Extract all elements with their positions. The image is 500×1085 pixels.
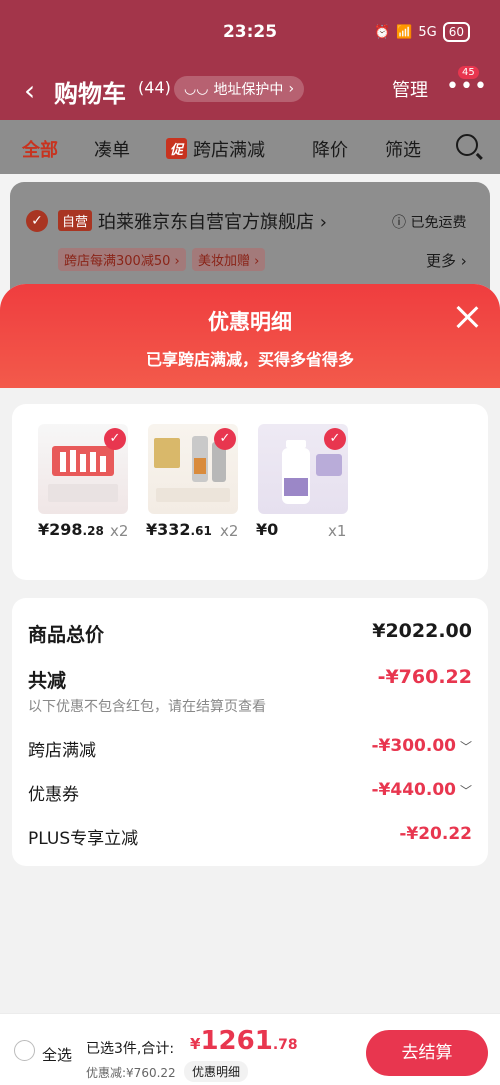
total-price-label: 商品总价 <box>28 624 105 646</box>
tab-cross-store-label: 跨店满减 <box>193 140 266 161</box>
discount-summary-card: 商品总价 ¥2022.00 共减 -¥760.22 以下优惠不包含红包，请在结算… <box>12 598 488 866</box>
product-quantity: x1 <box>328 522 347 540</box>
total-amount: ¥1261.78 <box>190 1026 298 1056</box>
total-decimal: .78 <box>272 1037 298 1053</box>
free-shipping-text: 已免运费 <box>410 215 467 231</box>
wifi-icon: 📶 <box>396 24 413 40</box>
product-image: ✓ <box>148 424 238 514</box>
product-check-icon: ✓ <box>214 428 236 450</box>
tab-filter[interactable]: 筛选 <box>385 136 421 162</box>
product-image: ✓ <box>258 424 348 514</box>
discount-row-coupon[interactable]: 优惠券 -¥440.00 ﹀ <box>28 780 472 805</box>
product-item[interactable]: ✓ <box>38 424 148 514</box>
self-operated-tag: 自营 <box>58 210 93 231</box>
store-more-link[interactable]: 更多 › <box>426 250 467 271</box>
discount-note-text: 以下优惠不包含红包，请在结算页查看 <box>28 699 266 715</box>
discount-value: -¥20.22 <box>399 824 472 844</box>
currency-symbol: ¥ <box>190 1035 201 1053</box>
chevron-right-icon: › <box>288 81 295 97</box>
sheet-header: 优惠明细 已享跨店满减，买得多省得多 <box>0 284 500 388</box>
sheet-title: 优惠明细 <box>208 310 292 334</box>
cart-nav-bar: ‹ 购物车 (44) ◡◡ 地址保护中 › 管理 ••• 45 <box>0 64 500 120</box>
store-promo-text: 美妆加赠 <box>198 254 251 269</box>
chevron-down-icon[interactable]: ﹀ <box>460 784 472 798</box>
close-icon[interactable] <box>456 306 478 328</box>
product-item[interactable]: ✓ <box>258 424 368 514</box>
discount-amount-text: 优惠减:¥760.22 <box>86 1066 176 1080</box>
battery-icon: 60 <box>442 22 470 42</box>
notification-badge: 45 <box>458 66 479 79</box>
store-check-icon[interactable]: ✓ <box>26 210 48 232</box>
tab-cross-store[interactable]: 促跨店满减 <box>166 136 265 162</box>
store-promo-tag[interactable]: 美妆加赠 › <box>192 248 266 271</box>
total-reduce-value: -¥760.22 <box>377 666 472 688</box>
price-integer: ¥298 <box>38 520 83 539</box>
discount-detail-button[interactable]: 优惠明细 <box>184 1061 249 1082</box>
product-quantity: x2 <box>220 522 239 540</box>
network-label: 5G <box>418 24 437 40</box>
discount-row-plus: PLUS专享立减 -¥20.22 <box>28 824 472 849</box>
store-promo-text: 跨店每满300减50 <box>64 254 171 269</box>
product-price: ¥298.28 <box>38 520 104 539</box>
price-decimal: .28 <box>82 524 104 538</box>
discount-amount: -¥300.00 <box>371 736 456 756</box>
discount-amount: -¥440.00 <box>371 780 456 800</box>
sheet-subtitle: 已享跨店满减，买得多省得多 <box>145 350 354 369</box>
total-price-value: ¥2022.00 <box>372 620 472 642</box>
store-name[interactable]: 珀莱雅京东自营官方旗舰店 › <box>98 208 327 234</box>
price-decimal: .61 <box>190 524 212 538</box>
mask-icon: ◡◡ <box>184 81 209 97</box>
status-bar: 23:25 ⏰ 📶 5G 60 <box>0 0 500 64</box>
discount-value: -¥440.00 ﹀ <box>371 780 472 800</box>
back-arrow-icon[interactable]: ‹ <box>24 74 35 107</box>
address-protection-pill[interactable]: ◡◡ 地址保护中 › <box>174 76 305 102</box>
promo-tag: 促 <box>166 138 188 159</box>
total-integer: 1261 <box>200 1026 273 1056</box>
discount-label: PLUS专享立减 <box>28 829 139 849</box>
discount-label: 优惠券 <box>28 785 79 805</box>
alarm-icon: ⏰ <box>373 24 391 40</box>
free-shipping-label: ⓘ 已免运费 <box>392 215 467 231</box>
select-all-radio[interactable] <box>14 1040 35 1061</box>
discount-label: 跨店满减 <box>28 741 96 761</box>
store-more-text: 更多 <box>426 252 457 270</box>
select-all-label[interactable]: 全选 <box>42 1044 72 1065</box>
total-reduce-label: 共减 <box>28 670 67 692</box>
cart-page-background: 23:25 ⏰ 📶 5G 60 ‹ 购物车 (44) ◡◡ 地址保护中 › 管理… <box>0 0 500 322</box>
product-price: ¥332.61 <box>146 520 212 539</box>
tab-combine[interactable]: 凑单 <box>94 136 130 162</box>
product-price: ¥0 <box>256 520 278 539</box>
page-title: 购物车 <box>54 80 126 108</box>
product-quantity: x2 <box>110 522 129 540</box>
checkout-bar: 全选 已选3件,合计: ¥1261.78 优惠减:¥760.22 优惠明细 去结… <box>0 1013 500 1085</box>
manage-button[interactable]: 管理 <box>392 76 428 102</box>
price-integer: ¥0 <box>256 520 279 539</box>
discount-detail-sheet: 优惠明细 已享跨店满减，买得多省得多 ✓ ✓ ✓ ¥298.28 x2 ¥332… <box>0 284 500 1085</box>
status-icons: ⏰ 📶 5G 60 <box>374 22 470 42</box>
product-check-icon: ✓ <box>104 428 126 450</box>
address-pill-label: 地址保护中 <box>213 82 284 98</box>
discount-value: -¥300.00 ﹀ <box>371 736 472 756</box>
discount-row-cross-store[interactable]: 跨店满减 -¥300.00 ﹀ <box>28 736 472 761</box>
chevron-down-icon[interactable]: ﹀ <box>460 740 472 754</box>
cart-count: (44) <box>138 78 171 97</box>
filter-tabs: 全部 凑单 促跨店满减 降价 筛选 <box>0 120 500 174</box>
total-price-row: 商品总价 ¥2022.00 <box>28 620 472 647</box>
tab-price-drop[interactable]: 降价 <box>312 136 348 162</box>
product-item[interactable]: ✓ <box>148 424 258 514</box>
total-reduce-row: 共减 -¥760.22 <box>28 666 472 693</box>
product-check-icon: ✓ <box>324 428 346 450</box>
product-image: ✓ <box>38 424 128 514</box>
tab-all[interactable]: 全部 <box>22 136 58 162</box>
store-promo-tag[interactable]: 跨店每满300减50 › <box>58 248 186 271</box>
checkout-button[interactable]: 去结算 <box>366 1030 488 1076</box>
store-name-text: 珀莱雅京东自营官方旗舰店 <box>98 212 314 233</box>
selected-count-text: 已选3件,合计: <box>86 1041 175 1057</box>
price-integer: ¥332 <box>146 520 191 539</box>
products-card: ✓ ✓ ✓ ¥298.28 x2 ¥332.61 x2 ¥0 x1 <box>12 404 488 580</box>
discount-note: 以下优惠不包含红包，请在结算页查看 <box>28 696 472 716</box>
search-icon[interactable] <box>456 134 478 156</box>
